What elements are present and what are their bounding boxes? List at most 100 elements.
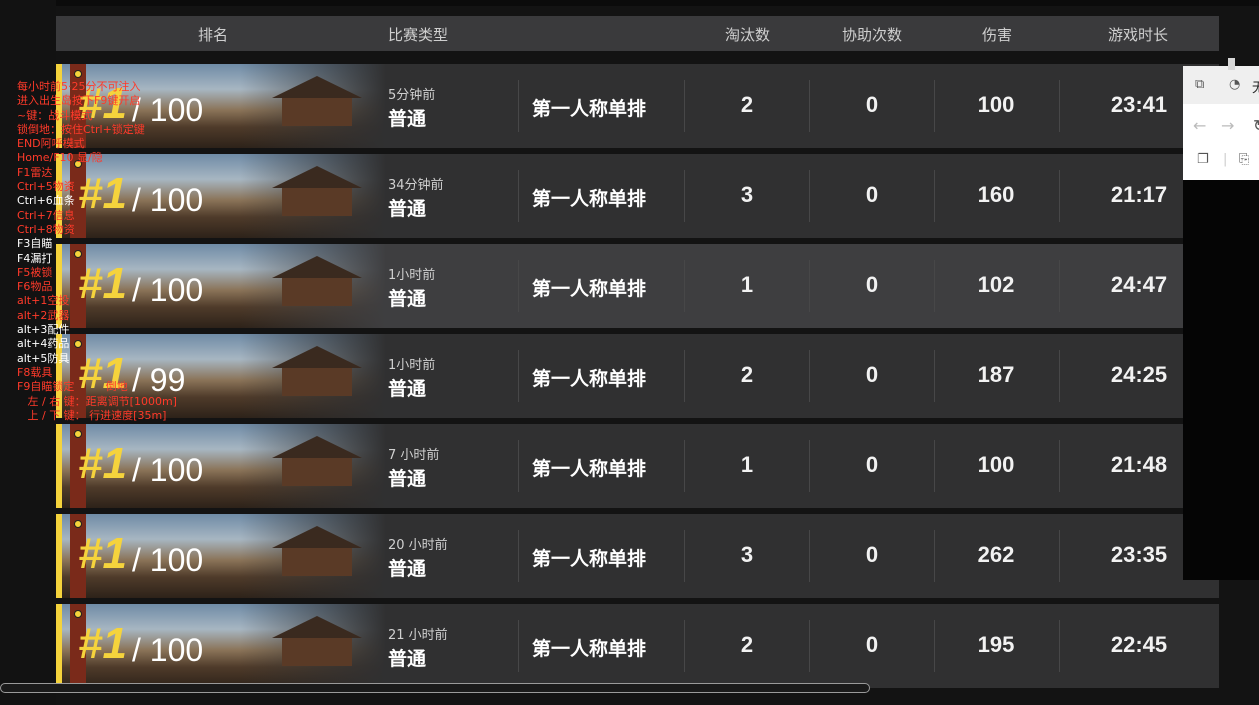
divider	[518, 350, 519, 402]
horizontal-scrollbar[interactable]	[0, 683, 870, 693]
overlay-line: F6物品	[17, 280, 53, 294]
cheat-overlay-text: 每小时前5·25分不可注入 进入出生岛按下F9键开启 ~键：战斗模式 锁倒地：按住Ct…	[17, 80, 177, 423]
header-match-type[interactable]: 比赛类型	[388, 24, 448, 45]
divider	[934, 80, 935, 132]
overlay-line: F4漏打	[17, 251, 53, 265]
header-rank[interactable]: 排名	[198, 24, 228, 45]
game-mode: 普通	[388, 468, 427, 490]
header-damage[interactable]: 伤害	[982, 24, 1012, 45]
duration-value: 22:45	[1110, 632, 1168, 657]
divider	[518, 170, 519, 222]
browser-tab-strip: ⧉ ◔ 无	[1183, 66, 1259, 105]
match-row[interactable]: #1 / 99 1小时前 普通 第一人称单排 2 0 187 24:25	[56, 334, 1219, 418]
divider	[809, 350, 810, 402]
kills-value: 3	[740, 182, 754, 207]
vertical-scrollbar-thumb[interactable]	[1228, 58, 1235, 70]
overlay-line: alt+2武器	[17, 308, 70, 322]
table-header: 排名 比赛类型 淘汰数 协助次数 伤害 游戏时长	[56, 16, 1219, 51]
kills-value: 2	[740, 362, 754, 387]
game-mode: 普通	[388, 288, 427, 310]
divider	[684, 260, 685, 312]
overlay-line: F9自瞄锁定 倒地	[17, 380, 128, 394]
match-row[interactable]: #1 / 100 21 小时前 普通 第一人称单排 2 0 195 22:45	[56, 604, 1219, 688]
overlay-line: ~键：战斗模式	[17, 108, 93, 122]
placement-total: / 100	[132, 632, 204, 668]
damage-value: 102	[977, 272, 1015, 297]
game-mode: 普通	[388, 558, 427, 580]
overlay-line: 锁倒地：按住Ctrl+锁定键	[17, 122, 145, 136]
forward-arrow-icon[interactable]: →	[1221, 116, 1234, 135]
duration-value: 24:47	[1110, 272, 1168, 297]
kills-value: 2	[740, 92, 754, 117]
damage-value: 187	[977, 362, 1015, 387]
divider	[809, 260, 810, 312]
divider	[934, 530, 935, 582]
copy-icon[interactable]: ❐	[1197, 152, 1209, 167]
kills-value: 1	[740, 452, 754, 477]
overlay-line: alt+1空投	[17, 294, 70, 308]
overlay-line: 进入出生岛按下F9键开启	[17, 94, 141, 108]
header-duration[interactable]: 游戏时长	[1108, 24, 1168, 45]
tab-title[interactable]: 无	[1252, 77, 1259, 96]
overlay-line: 上 / 下 键： 行进速度[35m]	[17, 408, 167, 422]
match-type: 第一人称单排	[532, 278, 647, 300]
time-ago: 7 小时前	[388, 448, 440, 463]
divider	[518, 620, 519, 672]
overlay-line: F3自瞄	[17, 237, 53, 251]
divider	[518, 440, 519, 492]
kills-value: 2	[740, 632, 754, 657]
game-mode: 普通	[388, 378, 427, 400]
assists-value: 0	[865, 362, 879, 387]
overlay-line: Ctrl+7信息	[17, 208, 75, 222]
time-ago: 5分钟前	[388, 88, 436, 103]
refresh-icon[interactable]: ↻	[1253, 116, 1259, 135]
top-strip	[0, 0, 1259, 6]
divider	[1059, 440, 1060, 492]
overlay-line: F1雷达	[17, 165, 53, 179]
placement-rank: #1	[78, 439, 127, 488]
kills-value: 3	[740, 542, 754, 567]
header-assists[interactable]: 协助次数	[842, 24, 902, 45]
match-type: 第一人称单排	[532, 548, 647, 570]
match-row[interactable]: #1 / 100 34分钟前 普通 第一人称单排 3 0 160 21:17	[56, 154, 1219, 238]
divider	[684, 440, 685, 492]
tab-favicon-icon: ◔	[1229, 77, 1241, 92]
overlay-line: Home/F10 显/隐	[17, 151, 103, 165]
divider	[809, 80, 810, 132]
back-arrow-icon[interactable]: ←	[1193, 116, 1206, 135]
damage-value: 100	[977, 92, 1015, 117]
divider	[1059, 350, 1060, 402]
divider	[684, 530, 685, 582]
divider	[809, 530, 810, 582]
assists-value: 0	[865, 272, 879, 297]
duration-value: 21:17	[1110, 182, 1168, 207]
time-ago: 1小时前	[388, 358, 436, 373]
match-row[interactable]: #1 / 100 7 小时前 普通 第一人称单排 1 0 100 21:48	[56, 424, 1219, 508]
damage-value: 195	[977, 632, 1015, 657]
match-type: 第一人称单排	[532, 98, 647, 120]
placement-rank: #1	[78, 619, 127, 668]
damage-value: 100	[977, 452, 1015, 477]
overlay-line: F5被锁	[17, 265, 53, 279]
overlay-line: Ctrl+8物资	[17, 222, 75, 236]
overlay-line: alt+4药品	[17, 337, 70, 351]
divider	[518, 80, 519, 132]
game-mode: 普通	[388, 198, 427, 220]
tab-actions-icon[interactable]: ⧉	[1195, 77, 1204, 92]
overlay-line: END阿呼模式	[17, 137, 85, 151]
match-row[interactable]: #1 / 100 5分钟前 普通 第一人称单排 2 0 100 23:41	[56, 64, 1219, 148]
duration-value: 24:25	[1110, 362, 1168, 387]
assists-value: 0	[865, 92, 879, 117]
game-mode: 普通	[388, 648, 427, 670]
divider	[809, 620, 810, 672]
toolbar-divider: |	[1223, 152, 1228, 167]
divider	[518, 260, 519, 312]
match-row[interactable]: #1 / 100 1小时前 普通 第一人称单排 1 0 102 24:47	[56, 244, 1219, 328]
match-row[interactable]: #1 / 100 20 小时前 普通 第一人称单排 3 0 262 23:35	[56, 514, 1219, 598]
placement-total: / 100	[132, 452, 204, 488]
browser-nav-bar: ← → ↻ ❐ | ⎘	[1183, 104, 1259, 180]
header-kills[interactable]: 淘汰数	[725, 24, 770, 45]
assists-value: 0	[865, 182, 879, 207]
import-icon[interactable]: ⎘	[1239, 152, 1249, 167]
overlay-line: 左 / 右 键：距离调节[1000m]	[17, 394, 177, 408]
